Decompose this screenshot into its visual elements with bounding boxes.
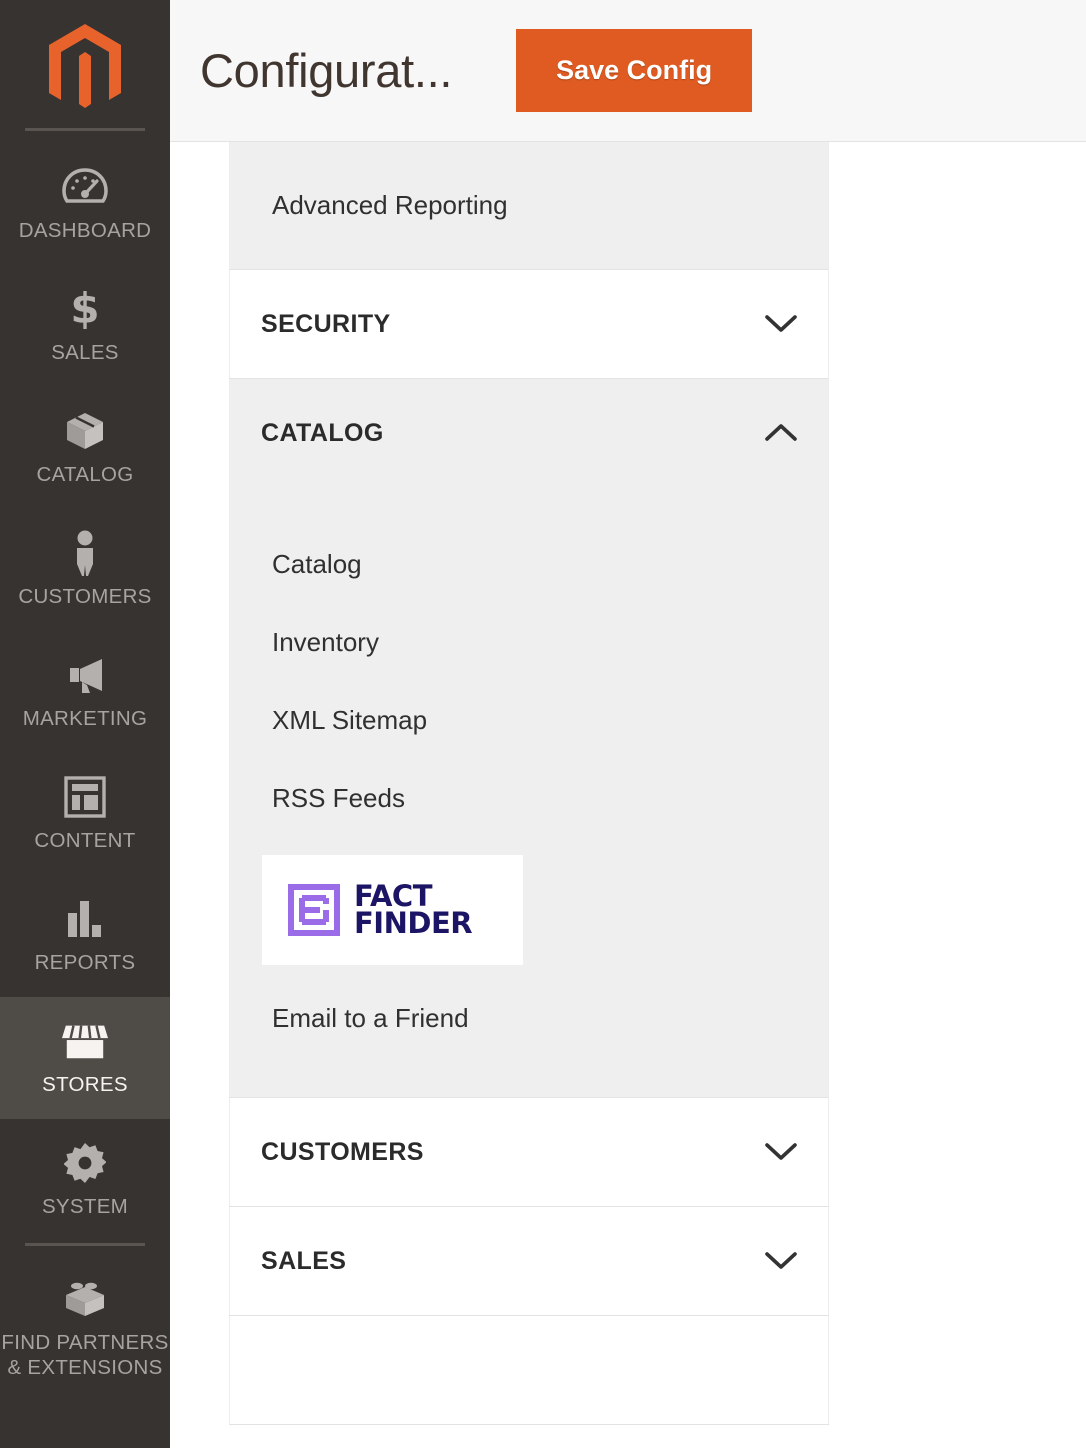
page-title: Configurat...	[200, 44, 453, 97]
box-icon	[62, 408, 108, 454]
sidebar-item-label: SYSTEM	[41, 1195, 129, 1219]
sidebar-item-label: REPORTS	[34, 951, 136, 975]
config-section-customers: CUSTOMERS	[229, 1098, 829, 1207]
config-section-catalog: CATALOG Catalog Inventory XML Sitemap RS…	[229, 379, 829, 1098]
config-subitem-label: RSS Feeds	[272, 782, 405, 813]
config-section-header-catalog[interactable]: CATALOG	[229, 379, 829, 487]
sidebar-item-reports[interactable]: REPORTS	[0, 875, 170, 997]
config-subitem-label: XML Sitemap	[272, 704, 428, 735]
config-subitem-rss-feeds[interactable]: RSS Feeds	[230, 759, 828, 837]
admin-sidebar: DASHBOARD $ SALES CATALOG CUSTOMERS MARK…	[0, 0, 170, 1448]
sidebar-item-system[interactable]: SYSTEM	[0, 1119, 170, 1241]
config-section-body-catalog: Catalog Inventory XML Sitemap RSS Feeds	[229, 487, 829, 1097]
sidebar-item-label: MARKETING	[22, 707, 148, 731]
config-section-header-partial[interactable]	[229, 1316, 829, 1424]
lego-brick-icon	[62, 1276, 108, 1322]
config-section-title: SALES	[261, 1246, 347, 1275]
config-section-security: SECURITY	[229, 270, 829, 379]
chevron-down-icon[interactable]	[764, 1251, 798, 1271]
factfinder-maze-icon	[288, 884, 340, 936]
config-item-label: Advanced Reporting	[272, 190, 508, 220]
config-subitem-catalog[interactable]: Catalog	[230, 525, 828, 603]
chevron-up-icon[interactable]	[764, 423, 798, 443]
storefront-icon	[62, 1018, 108, 1064]
sidebar-item-customers[interactable]: CUSTOMERS	[0, 509, 170, 631]
sidebar-item-catalog[interactable]: CATALOG	[0, 387, 170, 509]
sidebar-item-stores[interactable]: STORES	[0, 997, 170, 1119]
config-subitem-label: Catalog	[272, 548, 362, 579]
megaphone-icon	[62, 652, 108, 698]
bar-chart-icon	[62, 896, 108, 942]
configuration-accordion: Advanced Reporting SECURITY CATALOG Cata…	[229, 142, 829, 1425]
sidebar-item-sales[interactable]: $ SALES	[0, 265, 170, 387]
sidebar-item-marketing[interactable]: MARKETING	[0, 631, 170, 753]
sidebar-item-find-partners-extensions[interactable]: FIND PARTNERS & EXTENSIONS	[0, 1258, 170, 1398]
sidebar-divider-bottom	[25, 1243, 145, 1246]
sidebar-divider-top	[25, 128, 145, 131]
config-section-title: SECURITY	[261, 309, 391, 338]
dollar-sign-icon: $	[62, 286, 108, 332]
sidebar-item-label: FIND PARTNERS & EXTENSIONS	[1, 1331, 168, 1379]
factfinder-word-finder: FINDER	[354, 906, 473, 940]
config-section-next-partial	[229, 1316, 829, 1425]
config-section-header-sales[interactable]: SALES	[229, 1207, 829, 1315]
factfinder-wordmark: FACT FINDER	[354, 882, 473, 940]
sidebar-item-label: SALES	[51, 341, 119, 365]
layout-page-icon	[62, 774, 108, 820]
sidebar-item-label: CUSTOMERS	[18, 585, 152, 609]
sidebar-item-dashboard[interactable]: DASHBOARD	[0, 143, 170, 265]
sidebar-item-label: CONTENT	[34, 829, 136, 853]
config-section-title: CUSTOMERS	[261, 1137, 424, 1166]
config-subitem-label: Inventory	[272, 626, 379, 657]
person-icon	[62, 530, 108, 577]
config-section-header-security[interactable]: SECURITY	[229, 270, 829, 378]
sidebar-item-label: DASHBOARD	[18, 219, 152, 243]
save-config-button[interactable]: Save Config	[516, 29, 753, 112]
sidebar-item-label-line1: FIND PARTNERS	[1, 1331, 169, 1355]
sidebar-item-label: STORES	[42, 1073, 128, 1097]
main-content: Configurat... Save Config Advanced Repor…	[170, 0, 1086, 1448]
config-subitem-inventory[interactable]: Inventory	[230, 603, 828, 681]
chevron-down-icon[interactable]	[764, 314, 798, 334]
gear-icon	[62, 1140, 108, 1186]
config-subitem-xml-sitemap[interactable]: XML Sitemap	[230, 681, 828, 759]
sidebar-item-label-line2: & EXTENSIONS	[7, 1355, 163, 1379]
svg-text:$: $	[70, 286, 99, 332]
config-section-sales: SALES	[229, 1207, 829, 1316]
factfinder-logo: FACT FINDER	[262, 855, 523, 965]
sidebar-item-content[interactable]: CONTENT	[0, 753, 170, 875]
dashboard-gauge-icon	[62, 164, 108, 210]
sidebar-item-label: CATALOG	[36, 463, 134, 487]
magento-logo-icon[interactable]	[0, 14, 170, 126]
config-subitem-email-to-a-friend[interactable]: Email to a Friend	[230, 979, 828, 1057]
config-subitem-factfinder[interactable]: FACT FINDER	[230, 855, 828, 965]
config-item-advanced-reporting[interactable]: Advanced Reporting	[229, 142, 829, 270]
config-section-title: CATALOG	[261, 418, 384, 447]
chevron-down-icon[interactable]	[764, 1142, 798, 1162]
magento-admin-page: DASHBOARD $ SALES CATALOG CUSTOMERS MARK…	[0, 0, 1086, 1448]
page-header: Configurat... Save Config	[170, 0, 1086, 142]
config-section-header-customers[interactable]: CUSTOMERS	[229, 1098, 829, 1206]
config-subitem-label: Email to a Friend	[272, 1002, 469, 1033]
